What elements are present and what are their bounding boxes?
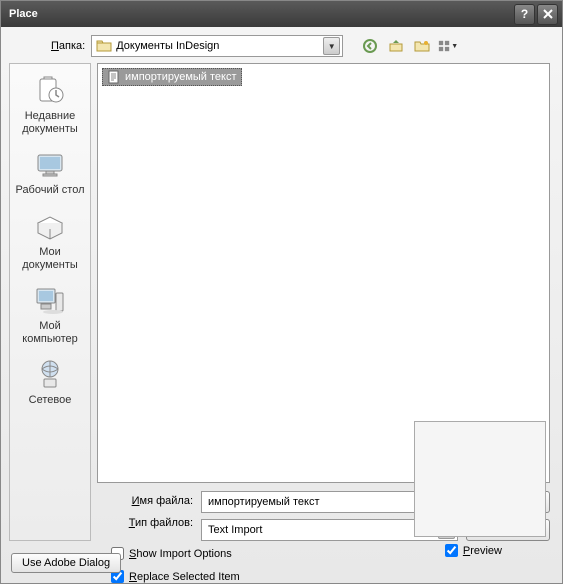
titlebar-buttons: ? [514, 4, 558, 25]
preview-checkbox-input[interactable] [445, 544, 458, 557]
window-title: Place [9, 8, 514, 20]
close-icon [543, 9, 553, 19]
new-folder-icon [414, 38, 430, 54]
sidebar-item-label: Сетевое [29, 394, 72, 407]
documents-icon [34, 211, 66, 243]
sidebar-item-documents[interactable]: Мои документы [12, 206, 88, 278]
file-list[interactable]: импортируемый текст [97, 63, 550, 483]
filename-label: Имя файла: [132, 495, 193, 507]
filetype-label: Тип файлов: [129, 517, 193, 529]
sidebar-item-label: Рабочий стол [15, 184, 84, 197]
close-button[interactable] [537, 4, 558, 25]
location-row: Папка: Документы InDesign ▼ ▼ [1, 27, 562, 63]
file-item-selected[interactable]: импортируемый текст [102, 68, 242, 86]
chevron-down-icon[interactable]: ▼ [323, 37, 340, 55]
folder-dropdown[interactable]: Документы InDesign ▼ [91, 35, 343, 57]
up-icon [388, 38, 404, 54]
show-import-options-checkbox[interactable]: Show Import Options [111, 547, 240, 560]
back-button[interactable] [359, 35, 381, 57]
replace-selected-checkbox[interactable]: Replace Selected Item [111, 570, 240, 583]
up-button[interactable] [385, 35, 407, 57]
nav-toolbar: ▼ [359, 35, 459, 57]
sidebar-item-network[interactable]: Сетевое [12, 354, 88, 414]
file-item-name: импортируемый текст [125, 71, 237, 83]
sidebar-item-label: Мои документы [15, 246, 85, 271]
network-icon [34, 359, 66, 391]
options-column: Show Import Options Replace Selected Ite… [111, 547, 240, 583]
view-menu-button[interactable]: ▼ [437, 35, 459, 57]
places-sidebar: Недавние документы Рабочий стол Мои доку… [9, 63, 91, 541]
new-folder-button[interactable] [411, 35, 433, 57]
filetype-text: Text Import [208, 524, 438, 536]
titlebar: Place ? [1, 1, 562, 27]
help-button[interactable]: ? [514, 4, 535, 25]
place-dialog: Place ? Папка: Документы InDesign ▼ [0, 0, 563, 584]
file-icon [107, 70, 121, 84]
filename-text: импортируемый текст [208, 496, 438, 508]
folder-icon [96, 39, 112, 53]
field-labels: Имя файла: Тип файлов: [97, 491, 193, 541]
folder-label: Папка: [13, 40, 85, 52]
preview-checkbox[interactable]: Preview [445, 544, 502, 557]
sidebar-item-label: Недавние документы [15, 110, 85, 135]
recent-icon [34, 75, 66, 107]
desktop-icon [34, 149, 66, 181]
chevron-down-icon: ▼ [451, 43, 458, 50]
folder-dropdown-text: Документы InDesign [116, 40, 323, 52]
footer: Use Adobe Dialog [11, 553, 121, 573]
use-adobe-dialog-button[interactable]: Use Adobe Dialog [11, 553, 121, 573]
view-icon [438, 39, 450, 53]
preview-pane [414, 421, 546, 537]
sidebar-item-desktop[interactable]: Рабочий стол [12, 144, 88, 204]
computer-icon [34, 285, 66, 317]
sidebar-item-recent[interactable]: Недавние документы [12, 70, 88, 142]
sidebar-item-label: Мой компьютер [15, 320, 85, 345]
sidebar-item-computer[interactable]: Мой компьютер [12, 280, 88, 352]
back-icon [362, 38, 378, 54]
